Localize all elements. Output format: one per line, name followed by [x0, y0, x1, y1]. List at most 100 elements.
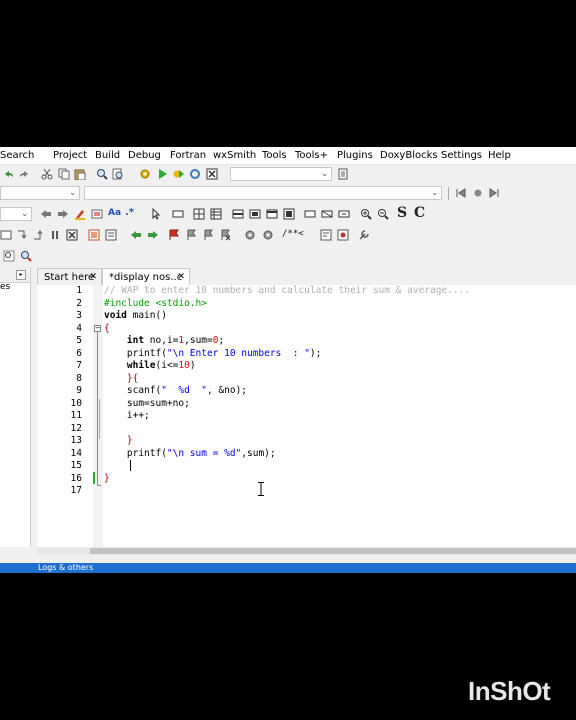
code-line-8: }{	[126, 372, 139, 384]
menu-settings[interactable]: Settings	[441, 150, 482, 161]
scrollbar-thumb[interactable]	[90, 548, 576, 554]
next-bookmark-icon[interactable]	[488, 187, 500, 199]
frame-icon-3[interactable]	[338, 208, 350, 220]
undo-icon[interactable]	[2, 168, 14, 180]
frame-icon-2[interactable]	[321, 208, 333, 220]
menu-tools-plus[interactable]: Tools+	[295, 150, 328, 161]
menu-debug[interactable]: Debug	[128, 150, 161, 161]
next-flag-icon[interactable]	[202, 229, 214, 241]
jump-back-icon[interactable]	[130, 229, 142, 241]
run-icon[interactable]	[156, 168, 168, 180]
tab-display-nos[interactable]: *display nos..c ✕	[102, 268, 190, 285]
replace-icon[interactable]	[112, 168, 124, 180]
build-run-icon[interactable]	[172, 168, 184, 180]
info-icon[interactable]	[105, 229, 117, 241]
prev-flag-icon[interactable]	[185, 229, 197, 241]
pause-icon[interactable]	[49, 229, 61, 241]
rebuild-icon[interactable]	[189, 168, 201, 180]
settings-icon[interactable]	[139, 168, 151, 180]
code-line-6: printf("\n Enter 10 numbers : ");	[104, 347, 322, 359]
logs-tab-label[interactable]: Logs & others	[38, 563, 93, 573]
box-icon-3[interactable]	[266, 208, 278, 220]
doxy-icon-1[interactable]	[320, 229, 332, 241]
highlight-icon[interactable]	[74, 208, 86, 220]
find-icon[interactable]	[96, 168, 108, 180]
bookmark-flag-icon[interactable]	[168, 229, 180, 241]
debug-window-icon[interactable]	[88, 229, 100, 241]
doxy-icon-2[interactable]	[337, 229, 349, 241]
paste-icon[interactable]	[74, 168, 86, 180]
zoom-out-icon[interactable]	[377, 208, 389, 220]
menu-doxyblocks[interactable]: DoxyBlocks	[380, 150, 438, 161]
code-line-5: int no,i=1,sum=0;	[126, 335, 225, 346]
fold-toggle-icon[interactable]: −	[94, 325, 101, 332]
menu-fortran[interactable]: Fortran	[170, 150, 206, 161]
stop-debug-icon[interactable]	[66, 229, 78, 241]
search-icon[interactable]	[20, 250, 32, 262]
wrench-icon[interactable]	[358, 229, 370, 241]
close-icon[interactable]: ✕	[89, 269, 97, 286]
abort-icon[interactable]	[206, 168, 218, 180]
clear-flags-icon[interactable]	[219, 229, 231, 241]
menu-help[interactable]: Help	[488, 150, 511, 161]
preprocessor-text: #include <stdio.h>	[104, 297, 207, 309]
table-icon[interactable]	[210, 208, 222, 220]
line-number: 5	[76, 335, 82, 346]
rect-icon[interactable]	[172, 208, 184, 220]
frame-icon-1[interactable]	[304, 208, 316, 220]
menu-bar: Search Project Build Debug Fortran wxSmi…	[0, 147, 576, 165]
cut-icon[interactable]	[41, 168, 53, 180]
scope-combo[interactable]: ⌄	[0, 186, 80, 200]
debug-icon-1[interactable]	[0, 229, 12, 241]
close-icon[interactable]: ✕	[177, 269, 185, 286]
clipboard-icon[interactable]	[337, 168, 349, 180]
line-number: 7	[76, 360, 82, 371]
horizontal-scrollbar[interactable]	[37, 547, 576, 555]
function-combo[interactable]: ⌄	[84, 186, 442, 200]
gear-icon-1[interactable]	[244, 229, 256, 241]
inshot-watermark: InShOt	[468, 676, 551, 706]
menu-wxsmith[interactable]: wxSmith	[213, 150, 256, 161]
box-icon-1[interactable]	[232, 208, 244, 220]
line-number: 14	[70, 447, 82, 459]
prev-bookmark-icon[interactable]	[455, 187, 467, 199]
chevron-down-icon: ⌄	[321, 169, 328, 178]
menu-search[interactable]: Search	[0, 150, 34, 161]
code-editor[interactable]: 1 2 3 4 5 6 7 8 9 10 11 12 13 14 15 16 1…	[37, 285, 576, 547]
line-number: 11	[70, 410, 82, 421]
forward-arrow-icon[interactable]	[57, 208, 69, 220]
code-completion-toolbar: ⌄ ⌄	[0, 184, 576, 203]
code-line-14: printf("\n sum = %d",sum);	[104, 447, 276, 459]
zoom-in-icon[interactable]	[360, 208, 372, 220]
zoom-c-label[interactable]: C	[414, 205, 425, 221]
menu-project[interactable]: Project	[53, 150, 87, 161]
box-icon-2[interactable]	[249, 208, 261, 220]
line-number: 12	[70, 422, 82, 434]
record-icon[interactable]	[472, 187, 484, 199]
gear-icon-2[interactable]	[262, 229, 274, 241]
doxy-comment-label[interactable]: /**<	[282, 229, 304, 239]
tab-start-here[interactable]: Start here ✕	[37, 268, 102, 285]
step-into-icon[interactable]	[16, 229, 28, 241]
selected-text-icon[interactable]	[91, 208, 103, 220]
code-line-3: void main()	[104, 310, 167, 321]
redo-icon[interactable]	[19, 168, 31, 180]
target-combo[interactable]: ⌄	[230, 167, 332, 181]
menu-plugins[interactable]: Plugins	[337, 150, 373, 161]
text-caret	[130, 460, 131, 471]
line-number: 15	[70, 460, 82, 471]
box-icon-4[interactable]	[283, 208, 295, 220]
regex-label[interactable]: .*	[125, 207, 134, 218]
back-arrow-icon[interactable]	[40, 208, 52, 220]
zoom-combo[interactable]: ⌄	[0, 207, 32, 221]
grid-icon[interactable]	[193, 208, 205, 220]
menu-tools[interactable]: Tools	[262, 150, 287, 161]
match-case-label[interactable]: Aa	[108, 208, 121, 218]
jump-forward-icon[interactable]	[147, 229, 159, 241]
search-panel-icon[interactable]	[3, 250, 15, 262]
menu-build[interactable]: Build	[95, 150, 120, 161]
step-out-icon[interactable]	[32, 229, 44, 241]
copy-icon[interactable]	[58, 168, 70, 180]
zoom-s-label[interactable]: S	[397, 205, 407, 221]
pointer-icon[interactable]	[150, 208, 162, 220]
